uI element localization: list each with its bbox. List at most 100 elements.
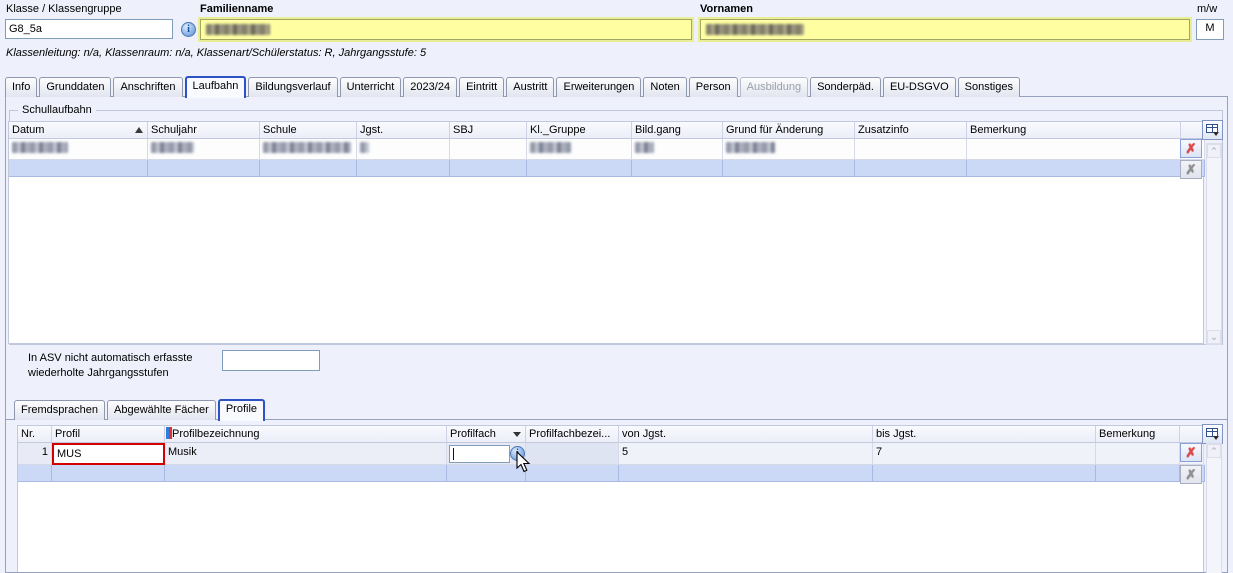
empty-cell[interactable] (723, 160, 855, 177)
scrollbar-up-icon[interactable]: ⌃ (1207, 144, 1221, 158)
empty-cell[interactable] (855, 160, 967, 177)
empty-cell[interactable] (148, 160, 260, 177)
profilfach-info-icon[interactable]: i (510, 446, 525, 461)
profile-row[interactable]: 1 MUS Musik 5 7 (18, 443, 1203, 465)
redacted-cell[interactable] (527, 139, 632, 160)
cell-profilfachbez[interactable] (526, 443, 619, 465)
col-header-bild-gang[interactable]: Bild.gang (632, 122, 723, 138)
redacted-cell[interactable] (357, 139, 450, 160)
empty-cell[interactable] (967, 160, 1181, 177)
tab-profile[interactable]: Profile (218, 399, 265, 421)
empty-cell[interactable] (619, 465, 873, 482)
tab-fremdsprachen[interactable]: Fremdsprachen (14, 400, 105, 420)
tab-unterricht[interactable]: Unterricht (340, 77, 402, 97)
cell-bemerkung[interactable] (1096, 443, 1180, 465)
delete-profile-row-button[interactable]: ✗ (1180, 443, 1202, 462)
profile-row-selected[interactable] (18, 465, 1203, 482)
tab-abgew-hlte-f-cher[interactable]: Abgewählte Fächer (107, 400, 216, 420)
col-header-jgst[interactable]: Jgst. (357, 122, 450, 138)
empty-cell[interactable] (165, 465, 447, 482)
profilfach-input[interactable] (449, 445, 510, 463)
col-header-zusatzinfo[interactable]: Zusatzinfo (855, 122, 967, 138)
wiederholte-jgst-input[interactable] (222, 350, 320, 371)
delete-row-button[interactable]: ✗ (1180, 139, 1202, 158)
empty-cell[interactable] (9, 160, 148, 177)
col-header-grund-f-r-nderung[interactable]: Grund für Änderung (723, 122, 855, 138)
tab-eu-dsgvo[interactable]: EU-DSGVO (883, 77, 956, 97)
empty-cell[interactable] (447, 465, 526, 482)
scrollbar-up-icon[interactable]: ⌃ (1207, 444, 1221, 458)
col-header-profil[interactable]: Profil (52, 426, 165, 442)
info-icon[interactable]: i (181, 22, 196, 37)
table-row[interactable] (9, 139, 1203, 160)
empty-cell[interactable] (18, 465, 52, 482)
tab-sonderp-d[interactable]: Sonderpäd. (810, 77, 881, 97)
empty-cell[interactable] (52, 465, 165, 482)
tab-grunddaten[interactable]: Grunddaten (39, 77, 111, 97)
tab-erweiterungen[interactable]: Erweiterungen (556, 77, 641, 97)
profile-scrollbar[interactable]: ⌃ (1206, 443, 1222, 573)
redacted-cell[interactable] (450, 139, 527, 160)
scrollbar-down-icon[interactable]: ⌄ (1207, 330, 1221, 344)
tab-bildungsverlauf[interactable]: Bildungsverlauf (248, 77, 337, 97)
familienname-label: Familienname (200, 3, 273, 15)
col-header-von-jgst[interactable]: von Jgst. (619, 426, 873, 442)
column-config-button-profile[interactable] (1202, 424, 1223, 444)
vornamen-field[interactable] (700, 19, 1190, 40)
empty-cell[interactable] (1096, 465, 1180, 482)
redacted-cell[interactable] (9, 139, 148, 160)
col-header-schuljahr[interactable]: Schuljahr (148, 122, 260, 138)
cell-nr[interactable]: 1 (18, 443, 52, 465)
tab-eintritt[interactable]: Eintritt (459, 77, 504, 97)
col-header-label: Profilfach (450, 428, 496, 440)
col-header-label: bis Jgst. (876, 428, 916, 440)
familienname-field[interactable] (200, 19, 692, 40)
col-header-nr[interactable]: Nr. (18, 426, 52, 442)
redacted-vornamen (706, 24, 804, 35)
tab-noten[interactable]: Noten (643, 77, 686, 97)
cell-profil-selected[interactable]: MUS (52, 443, 165, 465)
empty-cell[interactable] (260, 160, 357, 177)
col-header-sbj[interactable]: SBJ (450, 122, 527, 138)
tab-info[interactable]: Info (5, 77, 37, 97)
table-row-selected[interactable] (9, 160, 1203, 177)
tab-sonstiges[interactable]: Sonstiges (958, 77, 1020, 97)
empty-cell[interactable] (632, 160, 723, 177)
gender-field[interactable]: M (1196, 19, 1224, 40)
redacted-cell[interactable] (967, 139, 1181, 160)
empty-cell[interactable] (526, 465, 619, 482)
tab-austritt[interactable]: Austritt (506, 77, 554, 97)
tab-laufbahn[interactable]: Laufbahn (185, 76, 247, 98)
col-header-bemerkung[interactable]: Bemerkung (967, 122, 1181, 138)
col-header-profilfachbezei[interactable]: Profilfachbezei... (526, 426, 619, 442)
empty-cell[interactable] (357, 160, 450, 177)
cell-von-jgst[interactable]: 5 (619, 443, 873, 465)
redacted-cell[interactable] (855, 139, 967, 160)
empty-cell[interactable] (450, 160, 527, 177)
empty-cell[interactable] (527, 160, 632, 177)
main-tab-bar: InfoGrunddatenAnschriftenLaufbahnBildung… (5, 75, 1020, 97)
tab-anschriften[interactable]: Anschriften (113, 77, 182, 97)
col-header-label: Kl._Gruppe (530, 124, 586, 136)
col-header-profilbezeichnung[interactable]: Profilbezeichnung (165, 426, 447, 442)
empty-cell[interactable] (873, 465, 1096, 482)
col-header-datum[interactable]: Datum (9, 122, 148, 138)
cell-profilbezeichnung[interactable]: Musik (165, 443, 447, 465)
delete-row-button-selected[interactable]: ✗ (1180, 160, 1202, 179)
col-header-bemerkung[interactable]: Bemerkung (1096, 426, 1180, 442)
class-group-input[interactable] (5, 19, 173, 39)
col-header-bis-jgst[interactable]: bis Jgst. (873, 426, 1096, 442)
redacted-cell[interactable] (148, 139, 260, 160)
redacted-cell[interactable] (632, 139, 723, 160)
schullaufbahn-scrollbar[interactable]: ⌃ ⌄ (1206, 143, 1222, 345)
col-header-profilfach[interactable]: Profilfach (447, 426, 526, 442)
cell-bis-jgst[interactable]: 7 (873, 443, 1096, 465)
col-header-schule[interactable]: Schule (260, 122, 357, 138)
col-header-kl-gruppe[interactable]: Kl._Gruppe (527, 122, 632, 138)
tab-person[interactable]: Person (689, 77, 738, 97)
column-config-button[interactable] (1202, 120, 1223, 140)
tab-2023-24[interactable]: 2023/24 (403, 77, 457, 97)
delete-profile-row-button-selected[interactable]: ✗ (1180, 465, 1202, 484)
redacted-cell[interactable] (723, 139, 855, 160)
redacted-cell[interactable] (260, 139, 357, 160)
